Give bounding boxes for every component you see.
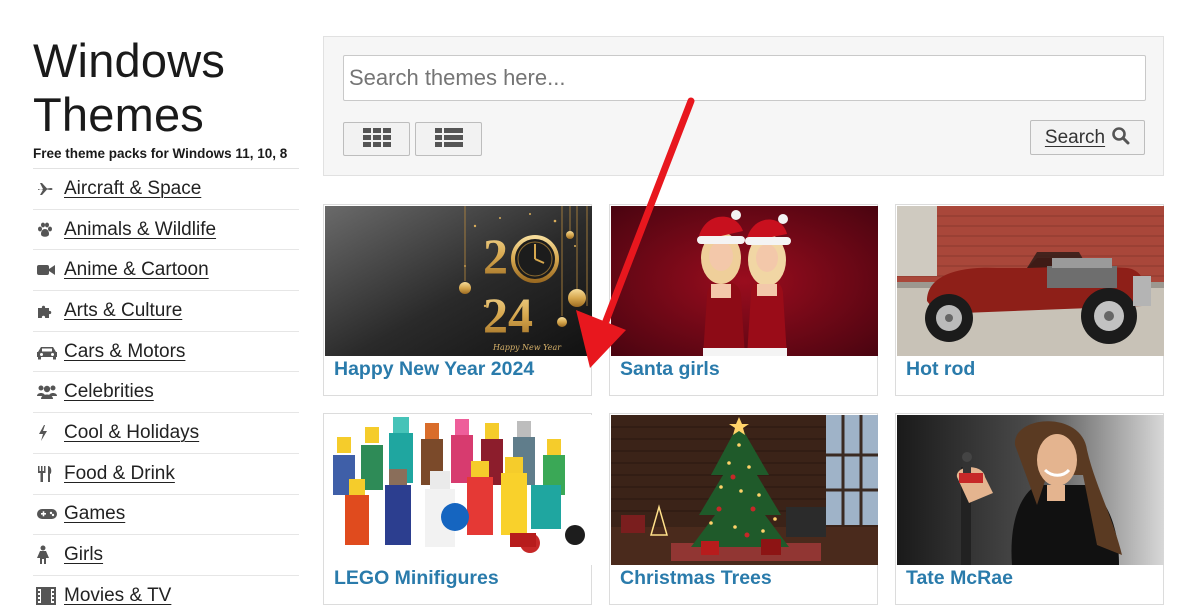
- theme-card-tate-mcrae[interactable]: Tate McRae: [895, 413, 1164, 605]
- category-item-cars-motors[interactable]: Cars & Motors: [33, 332, 299, 373]
- search-icon: [1111, 126, 1130, 150]
- theme-title[interactable]: LEGO Minifigures: [334, 567, 499, 590]
- category-link[interactable]: Arts & Culture: [64, 300, 182, 322]
- category-link[interactable]: Girls: [64, 544, 103, 566]
- search-panel: Search: [323, 36, 1164, 176]
- site-title[interactable]: Windows Themes: [33, 34, 299, 142]
- site-title-line2[interactable]: Themes: [33, 88, 299, 142]
- paw-icon: [33, 221, 64, 239]
- theme-title[interactable]: Hot rod: [906, 358, 975, 381]
- search-button-label: Search: [1044, 126, 1106, 148]
- category-link[interactable]: Movies & TV: [64, 585, 171, 607]
- category-link[interactable]: Games: [64, 503, 125, 525]
- theme-title[interactable]: Santa girls: [620, 358, 720, 381]
- list-view-button[interactable]: [415, 122, 482, 156]
- category-link[interactable]: Animals & Wildlife: [64, 219, 216, 241]
- search-input[interactable]: [343, 55, 1146, 101]
- grid-view-icon: [362, 127, 392, 152]
- theme-title[interactable]: Christmas Trees: [620, 567, 772, 590]
- category-item-anime-cartoon[interactable]: Anime & Cartoon: [33, 250, 299, 292]
- theme-card-christmas-trees[interactable]: Christmas Trees: [609, 413, 878, 605]
- category-link[interactable]: Anime & Cartoon: [64, 259, 209, 281]
- category-item-aircraft-space[interactable]: Aircraft & Space: [33, 169, 299, 210]
- grid-view-button[interactable]: [343, 122, 410, 156]
- theme-thumbnail[interactable]: [325, 415, 592, 565]
- category-item-games[interactable]: Games: [33, 495, 299, 536]
- category-list: Aircraft & Space Animals & Wildlife Anim…: [33, 169, 299, 615]
- category-item-celebrities[interactable]: Celebrities: [33, 372, 299, 414]
- thumb-caption: Happy New Year: [492, 343, 562, 352]
- plane-icon: [33, 180, 64, 198]
- theme-card-happy-new-year-2024[interactable]: 2 24 Happy New Year Happy New Year 2024: [323, 204, 592, 396]
- theme-card-santa-girls[interactable]: Santa girls: [609, 204, 878, 396]
- category-item-animals-wildlife[interactable]: Animals & Wildlife: [33, 210, 299, 251]
- site-tagline: Free theme packs for Windows 11, 10, 8: [33, 146, 299, 169]
- female-icon: [33, 545, 64, 565]
- puzzle-icon: [33, 302, 64, 320]
- car-icon: [33, 344, 64, 360]
- category-link[interactable]: Cars & Motors: [64, 341, 185, 363]
- theme-title[interactable]: Tate McRae: [906, 567, 1013, 590]
- category-item-food-drink[interactable]: Food & Drink: [33, 454, 299, 495]
- video-camera-icon: [33, 262, 64, 278]
- theme-thumbnail[interactable]: [611, 415, 878, 565]
- category-link[interactable]: Celebrities: [64, 381, 154, 403]
- category-link[interactable]: Cool & Holidays: [64, 422, 199, 444]
- category-link[interactable]: Food & Drink: [64, 463, 175, 485]
- list-view-icon: [434, 127, 464, 152]
- thumb-year-top: 2: [483, 228, 508, 284]
- gamepad-icon: [33, 507, 64, 521]
- category-item-cool-holidays[interactable]: Cool & Holidays: [33, 413, 299, 454]
- theme-card-hot-rod[interactable]: Hot rod: [895, 204, 1164, 396]
- theme-thumbnail[interactable]: [897, 415, 1164, 565]
- category-item-girls[interactable]: Girls: [33, 535, 299, 576]
- site-title-line1[interactable]: Windows: [33, 34, 299, 88]
- cutlery-icon: [33, 465, 64, 483]
- theme-thumbnail[interactable]: 2 24 Happy New Year: [325, 206, 592, 356]
- film-icon: [33, 586, 64, 605]
- thumb-year-bottom: 24: [483, 287, 533, 343]
- theme-card-lego-minifigures[interactable]: LEGO Minifigures: [323, 413, 592, 605]
- theme-thumbnail[interactable]: [897, 206, 1164, 356]
- users-icon: [33, 384, 64, 400]
- category-item-arts-culture[interactable]: Arts & Culture: [33, 291, 299, 332]
- lightning-icon: [33, 424, 64, 442]
- theme-thumbnail[interactable]: [611, 206, 878, 356]
- sidebar: Windows Themes Free theme packs for Wind…: [33, 34, 299, 615]
- theme-title[interactable]: Happy New Year 2024: [334, 358, 534, 381]
- search-button[interactable]: Search: [1030, 120, 1145, 155]
- category-link[interactable]: Aircraft & Space: [64, 178, 201, 200]
- category-item-movies-tv[interactable]: Movies & TV: [33, 576, 299, 615]
